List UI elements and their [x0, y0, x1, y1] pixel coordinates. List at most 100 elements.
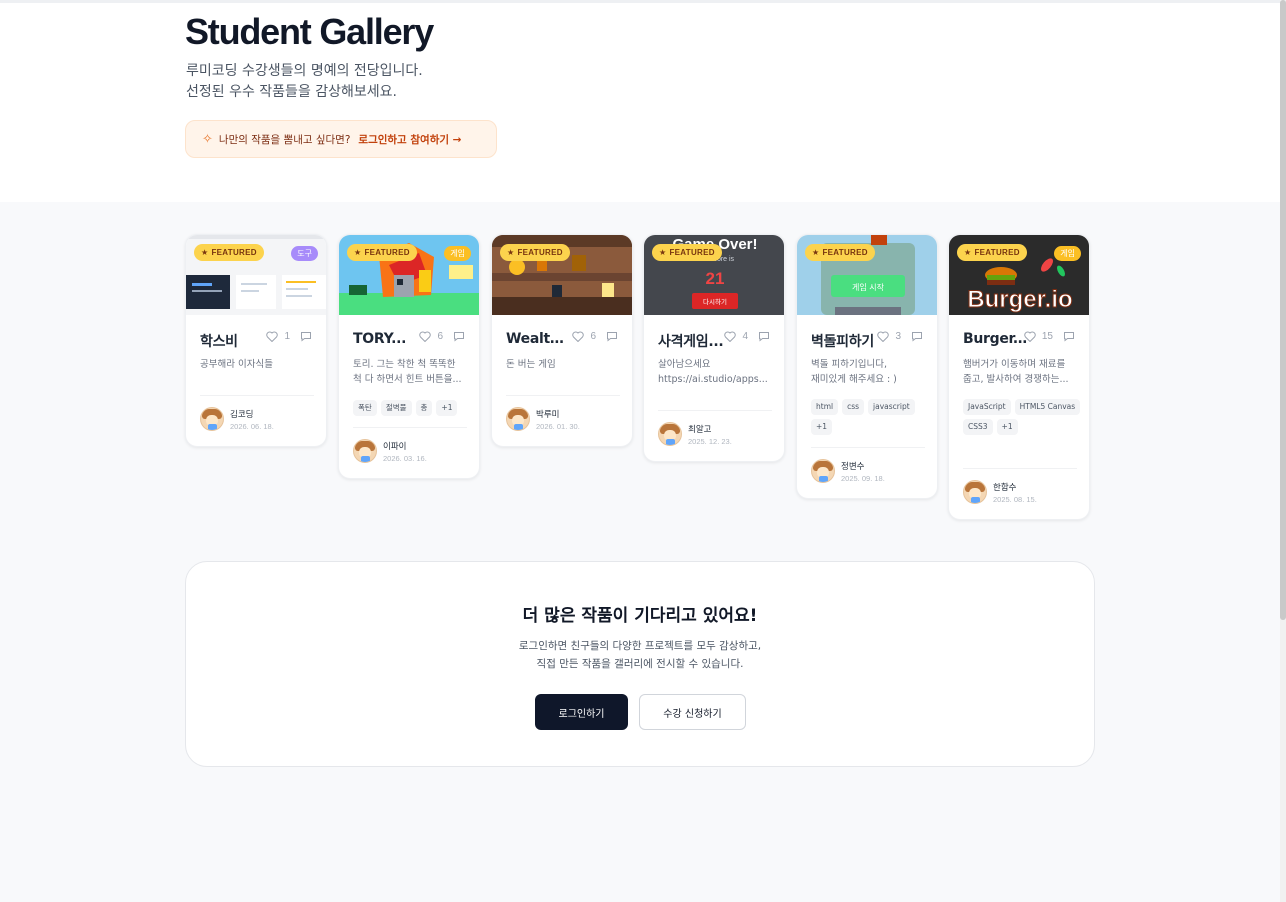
heart-icon[interactable]	[266, 331, 279, 342]
project-description: 공부해라 이자식들	[200, 359, 273, 370]
login-button[interactable]: 로그인하기	[535, 694, 628, 730]
project-description: 살아남으세요 https://ai.studio/apps...	[658, 359, 768, 385]
avatar	[506, 407, 530, 431]
author-info[interactable]: 김코딩 2026. 06. 18.	[200, 407, 274, 431]
scrollbar-thumb[interactable]	[1280, 0, 1286, 620]
enroll-button[interactable]: 수강 신청하기	[639, 694, 746, 730]
category-badge: 게임	[1054, 246, 1081, 261]
tag: HTML5 Canvas	[1014, 399, 1081, 415]
project-stats: 1	[266, 331, 312, 342]
featured-badge: ★ FEATURED	[500, 244, 570, 261]
post-date: 2026. 03. 16.	[383, 453, 427, 463]
project-title[interactable]: Wealth...	[506, 331, 572, 347]
cta-question: 나만의 작품을 뽐내고 싶다면?	[218, 133, 351, 146]
post-date: 2025. 09. 18.	[841, 473, 885, 483]
gallery-card[interactable]: Game Over! score is 21 다시하기 ★FEATURED 사격…	[643, 234, 785, 462]
project-title[interactable]: TORY...	[353, 331, 419, 347]
tag: javascript	[868, 399, 915, 415]
tag: 총	[415, 400, 433, 416]
comment-icon[interactable]	[606, 331, 618, 342]
author-name: 최알고	[688, 424, 712, 435]
tag: +1	[436, 400, 458, 416]
burger-logo-text: Burger.io	[967, 286, 1072, 313]
like-count: 4	[742, 331, 748, 342]
project-stats: 6	[419, 331, 465, 342]
more-works-title: 더 많은 작품이 기다리고 있어요!	[522, 606, 758, 626]
project-description: 햄버거가 이동하며 재료를 줍고, 발사하여 경쟁하는...	[963, 359, 1069, 385]
post-date: 2025. 08. 15.	[993, 494, 1037, 504]
tag-list: 폭탄 절벽풀 총 +1	[353, 400, 471, 416]
comment-icon[interactable]	[300, 331, 312, 342]
tag: +1	[811, 419, 833, 435]
tag: css	[842, 399, 865, 415]
gallery-card[interactable]: Burger.io ★ FEATURED 게임 Burger.io 15 햄버거가…	[948, 234, 1090, 520]
gallery-card[interactable]: 게임 시작 ★ FEATURED 벽돌피하기 3 벽돌 피하기입니다, 재미있게 해…	[796, 234, 938, 499]
login-join-link[interactable]: 로그인하고 참여하기 →	[358, 132, 461, 147]
project-title[interactable]: 사격게임...	[658, 331, 724, 351]
tag: 절벽풀	[380, 400, 412, 416]
project-title[interactable]: 학스비	[200, 331, 266, 351]
star-icon: ★	[812, 248, 820, 257]
gallery-card[interactable]: ★ FEATURED 게임 TORY... 6 토리. 그는 착한 척 똑똑한 척 …	[338, 234, 480, 479]
comment-icon[interactable]	[911, 331, 923, 342]
author-name: 정변수	[841, 461, 865, 472]
card-divider	[963, 468, 1077, 469]
heart-icon[interactable]	[1024, 331, 1036, 342]
project-stats: 4	[724, 331, 770, 342]
star-icon: ★	[964, 248, 972, 257]
heart-icon[interactable]	[877, 331, 890, 342]
card-divider	[506, 395, 620, 396]
gallery-card[interactable]: ★ FEATURED 도구 학스비 1 공부해라 이자식들 김코딩 2026. 06…	[185, 234, 327, 447]
tag-list: JavaScript HTML5 Canvas CSS3 +1	[963, 399, 1081, 435]
author-info[interactable]: 최알고 2025. 12. 23.	[658, 422, 732, 446]
heart-icon[interactable]	[419, 331, 432, 342]
star-icon: ★	[659, 248, 667, 257]
project-description: 돈 버는 게임	[506, 359, 556, 370]
card-divider	[811, 447, 925, 448]
tag: +1	[996, 419, 1018, 435]
avatar	[658, 422, 682, 446]
like-count: 6	[437, 331, 443, 342]
page-subtitle: 루미코딩 수강생들의 명예의 전당입니다. 선정된 우수 작품들을 감상해보세요…	[186, 63, 423, 100]
heart-icon[interactable]	[724, 331, 737, 342]
project-title[interactable]: 벽돌피하기	[811, 331, 877, 351]
star-icon: ★	[201, 248, 209, 257]
card-divider	[353, 427, 467, 428]
tag: JavaScript	[963, 399, 1011, 415]
comment-icon[interactable]	[1063, 331, 1075, 342]
like-count: 6	[590, 331, 596, 342]
tag: CSS3	[963, 419, 993, 435]
avatar	[353, 439, 377, 463]
gallery-card[interactable]: ★ FEATURED Wealth... 6 돈 버는 게임 박루미 2026. 0…	[491, 234, 633, 447]
page-scrollbar[interactable]	[1280, 0, 1286, 902]
author-info[interactable]: 이파이 2026. 03. 16.	[353, 439, 427, 463]
author-name: 김코딩	[230, 409, 254, 420]
brick-start-label: 게임 시작	[852, 282, 885, 292]
author-info[interactable]: 한함수 2025. 08. 15.	[963, 480, 1037, 504]
join-cta-banner[interactable]: ✧ 나만의 작품을 뽐내고 싶다면? 로그인하고 참여하기 →	[185, 120, 497, 158]
gameover-score: 21	[706, 269, 725, 288]
author-name: 이파이	[383, 441, 407, 452]
tag-list: html css javascript +1	[811, 399, 929, 435]
card-divider	[200, 395, 314, 396]
heart-icon[interactable]	[572, 331, 585, 342]
project-stats: 6	[572, 331, 618, 342]
author-info[interactable]: 정변수 2025. 09. 18.	[811, 459, 885, 483]
magic-wand-icon: ✧	[202, 131, 213, 147]
star-icon: ★	[354, 248, 362, 257]
avatar	[811, 459, 835, 483]
avatar	[963, 480, 987, 504]
more-works-panel: 더 많은 작품이 기다리고 있어요! 로그인하면 친구들의 다양한 프로젝트를 …	[185, 561, 1095, 767]
featured-badge: ★ FEATURED	[957, 244, 1027, 261]
project-stats: 3	[877, 331, 923, 342]
featured-badge: ★ FEATURED	[347, 244, 417, 261]
comment-icon[interactable]	[758, 331, 770, 342]
card-divider	[658, 410, 772, 411]
author-info[interactable]: 박루미 2026. 01. 30.	[506, 407, 580, 431]
post-date: 2026. 06. 18.	[230, 421, 274, 431]
project-title[interactable]: Burger.io	[963, 331, 1029, 347]
star-icon: ★	[507, 248, 515, 257]
featured-badge: ★ FEATURED	[652, 244, 722, 261]
gameover-retry: 다시하기	[703, 297, 727, 306]
comment-icon[interactable]	[453, 331, 465, 342]
